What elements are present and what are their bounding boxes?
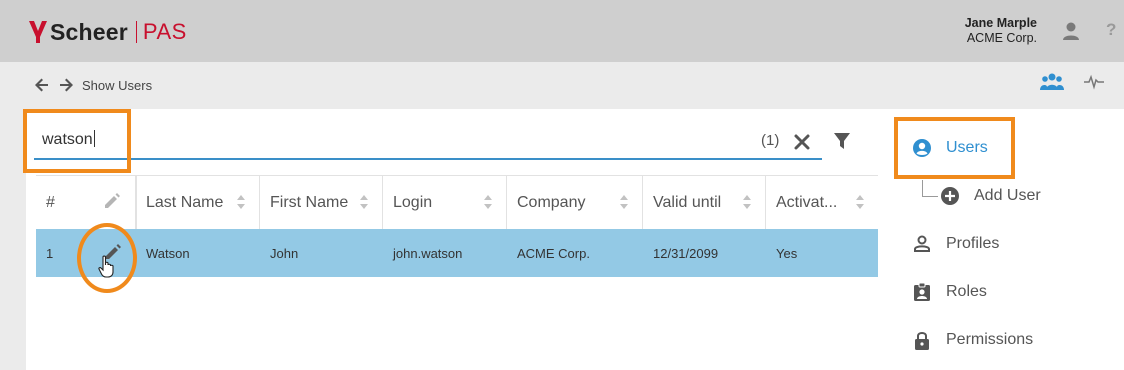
nav-label-permissions: Permissions bbox=[946, 331, 1034, 348]
filter-icon[interactable] bbox=[833, 132, 851, 150]
user-icon[interactable] bbox=[1061, 21, 1081, 41]
logo-text: Scheer bbox=[50, 18, 128, 45]
cell-company: ACME Corp. bbox=[517, 246, 590, 261]
nav-item-permissions[interactable]: Permissions bbox=[912, 330, 1033, 350]
table-row[interactable]: 1 Watson John john.watson ACME Corp. 12/… bbox=[36, 229, 878, 277]
app-header: Scheer PAS Jane Marple ACME Corp. ? bbox=[0, 0, 1124, 62]
cell-login: john.watson bbox=[393, 246, 463, 261]
highlight-search bbox=[23, 109, 131, 173]
sort-icon[interactable] bbox=[620, 195, 628, 209]
column-header-last-name[interactable]: Last Name bbox=[136, 176, 260, 230]
highlight-users bbox=[894, 117, 1015, 179]
column-header-first-name[interactable]: First Name bbox=[260, 176, 383, 230]
cell-last-name: Watson bbox=[146, 246, 190, 261]
product-name: PAS bbox=[142, 19, 187, 44]
nav-label-profiles: Profiles bbox=[946, 235, 1000, 252]
nav-item-add-user[interactable]: Add User bbox=[940, 186, 1041, 206]
clear-icon[interactable] bbox=[793, 133, 811, 151]
tree-connector bbox=[922, 180, 938, 197]
user-company: ACME Corp. bbox=[966, 31, 1037, 45]
lock-icon bbox=[915, 332, 929, 350]
cell-number: 1 bbox=[46, 246, 54, 261]
add-circle-icon bbox=[941, 187, 959, 205]
nav-label-add-user: Add User bbox=[974, 187, 1041, 204]
sort-icon[interactable] bbox=[484, 195, 492, 209]
nav-item-roles[interactable]: Roles bbox=[912, 282, 987, 302]
pencil-icon bbox=[105, 193, 120, 208]
sort-icon[interactable] bbox=[743, 195, 751, 209]
column-header-login[interactable]: Login bbox=[383, 176, 507, 230]
cell-active: Yes bbox=[776, 246, 798, 261]
sort-icon[interactable] bbox=[237, 195, 245, 209]
search-input[interactable]: watson bbox=[34, 118, 822, 160]
logo: Scheer PAS bbox=[28, 18, 187, 46]
toolbar: Show Users bbox=[0, 62, 1124, 109]
cell-first-name: John bbox=[270, 246, 299, 261]
breadcrumb: Show Users bbox=[82, 78, 153, 93]
badge-icon bbox=[914, 282, 930, 301]
user-name: Jane Marple bbox=[964, 16, 1037, 30]
column-header-valid-until[interactable]: Valid until bbox=[643, 176, 766, 230]
help-icon[interactable]: ? bbox=[1106, 20, 1116, 40]
user-info: Jane Marple ACME Corp. bbox=[965, 16, 1037, 45]
arrow-right-icon[interactable] bbox=[58, 77, 74, 93]
person-outline-icon bbox=[914, 235, 930, 252]
scheer-logo-icon bbox=[29, 21, 47, 43]
column-header-company[interactable]: Company bbox=[507, 176, 643, 230]
logo-divider bbox=[135, 21, 137, 43]
highlight-edit bbox=[77, 223, 137, 293]
column-header-active[interactable]: Activat... bbox=[766, 176, 878, 230]
arrow-left-icon[interactable] bbox=[34, 77, 50, 93]
search-result-count: (1) bbox=[761, 132, 780, 149]
sort-icon[interactable] bbox=[360, 195, 368, 209]
table-header: # Last Name First Name Login Company Val… bbox=[36, 175, 878, 230]
sort-icon[interactable] bbox=[856, 195, 864, 209]
nav-item-profiles[interactable]: Profiles bbox=[912, 234, 999, 254]
nav-label-roles: Roles bbox=[946, 283, 987, 300]
group-icon[interactable] bbox=[1040, 72, 1064, 92]
pulse-icon[interactable] bbox=[1084, 74, 1104, 90]
cell-valid-until: 12/31/2099 bbox=[653, 246, 719, 261]
